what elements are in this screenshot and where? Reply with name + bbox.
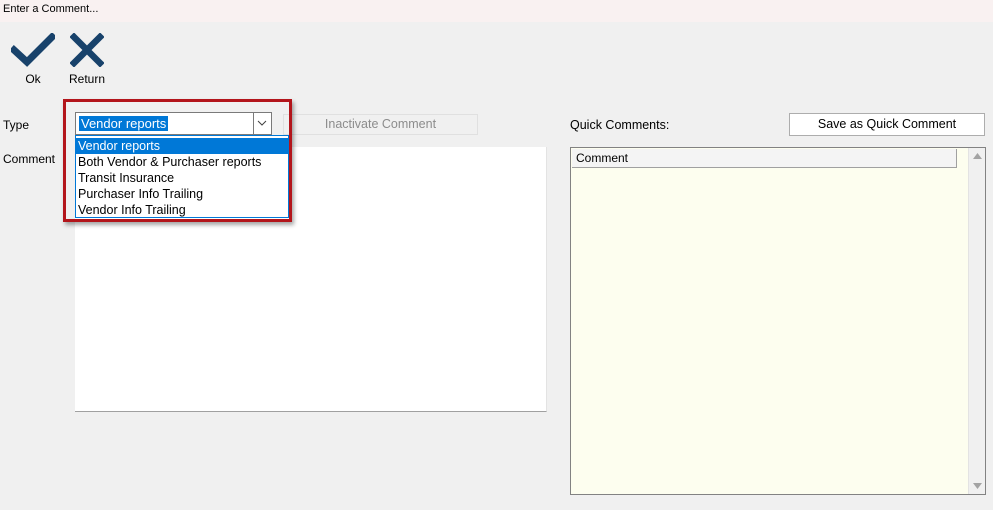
- type-option[interactable]: Vendor reports: [76, 138, 288, 154]
- type-option[interactable]: Vendor Info Trailing: [76, 202, 288, 218]
- type-dropdown[interactable]: Vendor reports: [75, 112, 272, 135]
- return-label: Return: [68, 72, 106, 86]
- type-option[interactable]: Both Vendor & Purchaser reports: [76, 154, 288, 170]
- comment-label: Comment: [3, 152, 56, 166]
- type-option[interactable]: Transit Insurance: [76, 170, 288, 186]
- save-as-quick-comment-button[interactable]: Save as Quick Comment: [789, 113, 985, 136]
- type-option[interactable]: Purchaser Info Trailing: [76, 186, 288, 202]
- type-options-list: Vendor reports Both Vendor & Purchaser r…: [75, 135, 289, 218]
- dropdown-arrow-button[interactable]: [253, 113, 271, 134]
- vertical-scrollbar[interactable]: [968, 148, 985, 494]
- chevron-down-icon: [257, 120, 267, 126]
- x-icon: [70, 33, 104, 67]
- checkmark-icon: [11, 33, 55, 67]
- type-selected-value: Vendor reports: [79, 116, 169, 131]
- quick-comments-grid[interactable]: Comment: [570, 147, 986, 495]
- scroll-down-arrow-icon[interactable]: [973, 483, 982, 489]
- window-title: Enter a Comment...: [0, 0, 993, 22]
- inactivate-comment-button[interactable]: Inactivate Comment: [283, 114, 478, 135]
- column-header-comment[interactable]: Comment: [572, 149, 957, 168]
- type-label: Type: [3, 118, 30, 132]
- ok-label: Ok: [25, 72, 41, 86]
- scroll-up-arrow-icon[interactable]: [973, 153, 982, 159]
- ok-button[interactable]: Ok: [8, 33, 58, 86]
- return-button[interactable]: Return: [62, 33, 112, 86]
- quick-comments-label: Quick Comments:: [570, 118, 670, 132]
